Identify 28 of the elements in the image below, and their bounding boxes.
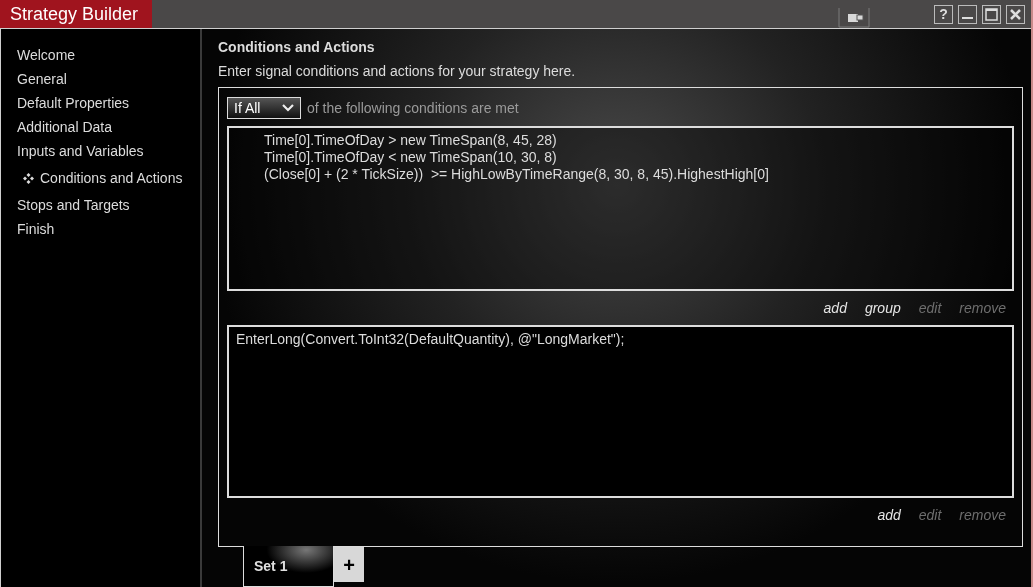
- set-tab[interactable]: Set 1: [243, 546, 334, 587]
- sidebar-item[interactable]: Finish: [17, 217, 200, 241]
- sidebar-item[interactable]: Additional Data: [17, 115, 200, 139]
- page-heading: Conditions and Actions: [218, 38, 376, 57]
- sidebar-item[interactable]: Conditions and Actions: [23, 167, 183, 189]
- page-description: Enter signal conditions and actions for your strategy here.: [218, 62, 577, 81]
- sidebar-item[interactable]: Stops and Targets: [17, 193, 200, 217]
- bullet-icon: [23, 172, 34, 184]
- close-icon[interactable]: [1006, 4, 1025, 24]
- code-line: Time[0].TimeOfDay > new TimeSpan(8, 45, 28): [264, 132, 558, 149]
- sidebar-item[interactable]: Welcome: [17, 43, 200, 67]
- sidebar-item[interactable]: Inputs and Variables: [17, 139, 200, 163]
- mode-dropdown[interactable]: If All: [227, 97, 301, 119]
- action-link[interactable]: add: [823, 297, 847, 319]
- window-title: Strategy Builder: [0, 0, 152, 28]
- code-line: (Close[0] + (2 * TickSize)) >= HighLowByTimeRange(8, 30, 8, 45).HighestHigh[0]: [264, 166, 770, 183]
- help-button[interactable]: ?: [934, 4, 953, 24]
- sidebar-item[interactable]: Default Properties: [17, 91, 200, 115]
- add-set-button[interactable]: +: [334, 547, 364, 582]
- condition-label: of the following conditions are met: [307, 98, 519, 118]
- action-link[interactable]: add: [877, 504, 901, 526]
- code-line: EnterLong(Convert.ToInt32(DefaultQuantity), @"LongMarket");: [236, 331, 626, 348]
- sidebar-item[interactable]: General: [17, 67, 200, 91]
- minimize-icon[interactable]: [958, 4, 977, 24]
- action-link[interactable]: group: [864, 297, 901, 319]
- chevron-down-icon: [282, 104, 294, 112]
- maximize-icon[interactable]: [982, 4, 1001, 24]
- code-line: Time[0].TimeOfDay < new TimeSpan(10, 30, 8): [264, 149, 558, 166]
